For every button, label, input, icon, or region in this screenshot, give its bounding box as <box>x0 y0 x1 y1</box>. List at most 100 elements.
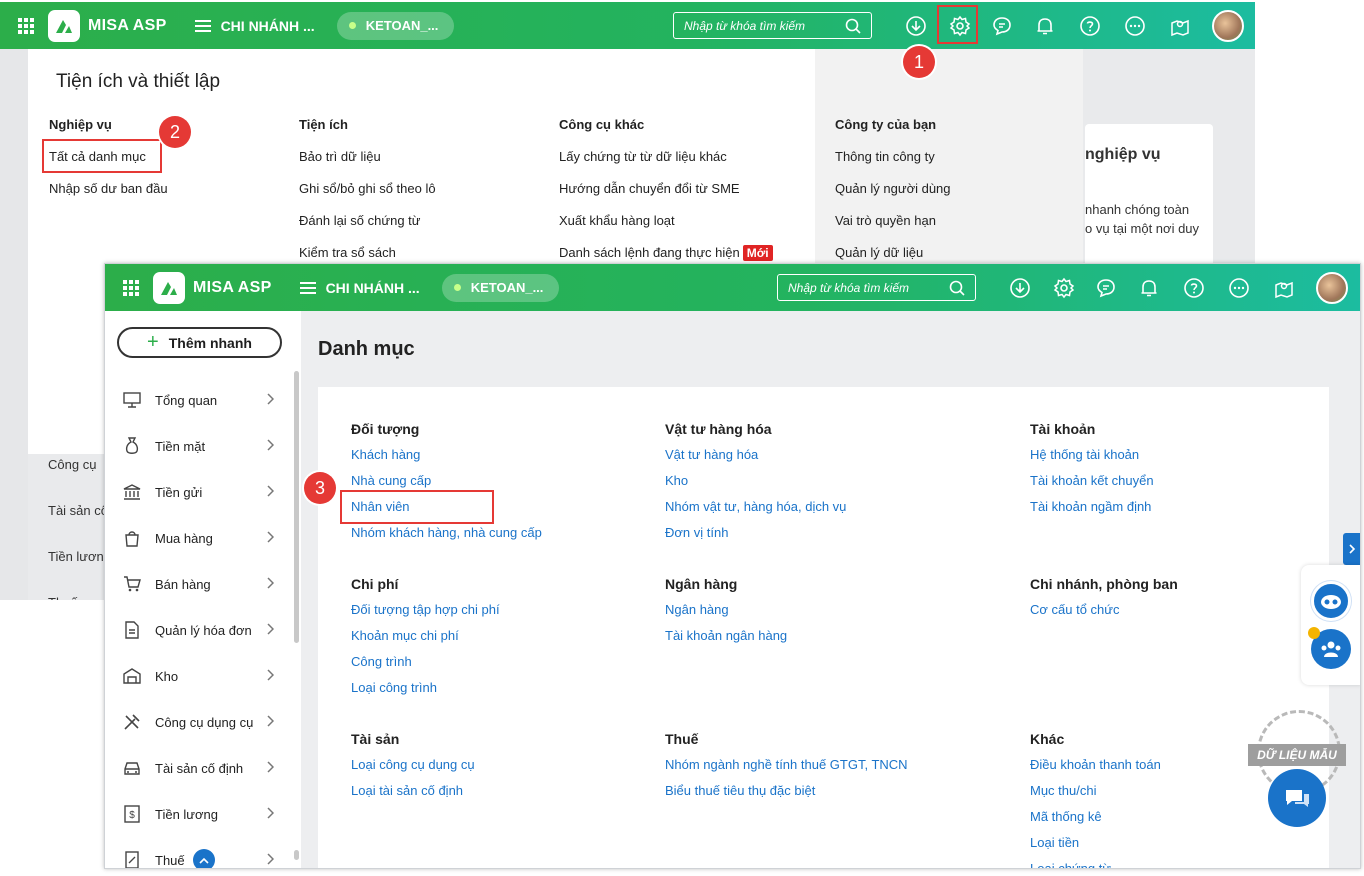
user-avatar[interactable] <box>1316 272 1348 304</box>
map-pin-icon[interactable] <box>1262 264 1306 311</box>
category-link[interactable]: Loại tiền <box>1030 835 1161 861</box>
column-tien-ich: Tiện ích Bảo trì dữ liệu Ghi sổ/bỏ ghi s… <box>299 117 436 277</box>
help-icon[interactable] <box>1068 2 1112 49</box>
notification-dot <box>1308 627 1320 639</box>
search-input[interactable]: Nhập từ khóa tìm kiếm <box>673 12 872 39</box>
branch-selector[interactable]: CHI NHÁNH ... <box>326 280 420 296</box>
category-link[interactable]: Ngân hàng <box>665 602 787 628</box>
sidebar-item-thue[interactable]: Thuế <box>105 837 290 868</box>
category-link[interactable]: Khách hàng <box>351 447 542 473</box>
category-link[interactable]: Nhóm vật tư, hàng hóa, dịch vụ <box>665 499 846 525</box>
search-icon <box>949 280 965 296</box>
menu-icon[interactable] <box>299 281 316 294</box>
category-link[interactable]: Nhóm khách hàng, nhà cung cấp <box>351 525 542 551</box>
more-icon[interactable] <box>1217 264 1261 311</box>
panel-link[interactable]: Thông tin công ty <box>835 149 951 181</box>
branch-selector[interactable]: CHI NHÁNH ... <box>221 18 315 34</box>
category-link[interactable]: Đơn vị tính <box>665 525 846 551</box>
sidebar-item-hoa-don[interactable]: Quản lý hóa đơn <box>105 607 290 653</box>
sidebar-scrollbar-bottom[interactable] <box>294 850 299 860</box>
collapse-up-icon[interactable] <box>192 849 215 868</box>
category-link[interactable]: Hệ thống tài khoản <box>1030 447 1154 473</box>
step-3-badge: 3 <box>304 472 336 504</box>
panel-link[interactable]: Ghi sổ/bỏ ghi sổ theo lô <box>299 181 436 213</box>
apps-grid-icon[interactable] <box>18 17 34 34</box>
category-link[interactable]: Vật tư hàng hóa <box>665 447 846 473</box>
panel-link[interactable]: Vai trò quyền hạn <box>835 213 951 245</box>
sidebar-item-kho[interactable]: Kho <box>105 653 290 699</box>
category-header: Đối tượng <box>351 421 420 437</box>
category-link[interactable]: Tài khoản kết chuyển <box>1030 473 1154 499</box>
sidebar-item-tien-luong[interactable]: $ Tiền lương <box>105 791 290 837</box>
panel-link[interactable]: Bảo trì dữ liệu <box>299 149 436 181</box>
help-icon[interactable] <box>1172 264 1216 311</box>
category-link[interactable]: Cơ cấu tổ chức <box>1030 602 1178 628</box>
sidebar-scrollbar[interactable] <box>294 371 299 643</box>
sidebar-item-tien-mat[interactable]: Tiền mặt <box>105 423 290 469</box>
search-input[interactable]: Nhập từ khóa tìm kiếm <box>777 274 976 301</box>
chat-icon[interactable] <box>980 2 1024 49</box>
sidebar-item-label: Tiền lương <box>155 806 218 822</box>
category-link[interactable]: Nhóm ngành nghề tính thuế GTGT, TNCN <box>665 757 908 783</box>
category-khac: Khác Điều khoản thanh toán Mục thu/chi M… <box>1030 731 1161 868</box>
category-header: Chi nhánh, phòng ban <box>1030 576 1178 592</box>
bell-icon[interactable] <box>1023 2 1067 49</box>
svg-text:$: $ <box>129 810 135 821</box>
category-link[interactable]: Loại chứng từ <box>1030 861 1161 868</box>
panel-link[interactable]: Hướng dẫn chuyển đổi từ SME <box>559 181 773 213</box>
map-pin-icon[interactable] <box>1158 2 1202 49</box>
category-link[interactable]: Mã thống kê <box>1030 809 1161 835</box>
panel-link[interactable]: Quản lý người dùng <box>835 181 951 213</box>
expand-right-tab[interactable] <box>1343 533 1360 565</box>
sidebar-item-cong-cu[interactable]: Công cụ dụng cụ <box>105 699 290 745</box>
panel-link[interactable]: Lấy chứng từ từ dữ liệu khác <box>559 149 773 181</box>
search-placeholder: Nhập từ khóa tìm kiếm <box>684 18 805 33</box>
sidebar-item-tai-san[interactable]: Tài sản cố định <box>105 745 290 791</box>
category-link[interactable]: Khoản mục chi phí <box>351 628 500 654</box>
sidebar-item-ban-hang[interactable]: Bán hàng <box>105 561 290 607</box>
back-top-bar: MISA ASP CHI NHÁNH ... KETOAN_... Nhập t… <box>0 2 1255 49</box>
quick-add-button[interactable]: + Thêm nhanh <box>117 327 282 358</box>
category-link[interactable]: Tài khoản ngầm định <box>1030 499 1154 525</box>
panel-link[interactable]: Đánh lại số chứng từ <box>299 213 436 245</box>
assistant-bot-icon[interactable] <box>1311 581 1351 621</box>
support-chat-icon[interactable] <box>1268 769 1326 827</box>
sidebar-item-label: Thuế <box>155 852 185 868</box>
new-badge: Mới <box>742 245 773 261</box>
category-link[interactable]: Loại tài sản cố định <box>351 783 475 809</box>
category-link[interactable]: Công trình <box>351 654 500 680</box>
settings-gear-icon[interactable] <box>1042 264 1086 311</box>
menu-icon[interactable] <box>194 19 211 32</box>
category-link[interactable]: Tài khoản ngân hàng <box>665 628 787 654</box>
sidebar-item-label: Kho <box>155 668 179 684</box>
category-link[interactable]: Biểu thuế tiêu thụ đặc biệt <box>665 783 908 809</box>
sidebar-item-tong-quan[interactable]: Tổng quan <box>105 377 290 423</box>
chevron-right-icon <box>267 393 274 405</box>
database-pill[interactable]: KETOAN_... <box>336 11 455 40</box>
category-link[interactable]: Kho <box>665 473 846 499</box>
chevron-right-icon <box>267 531 274 543</box>
highlight-settings <box>937 5 978 44</box>
sidebar-menu: Tổng quan Tiền mặt Tiền gửi Mua hàng Bán… <box>105 377 290 868</box>
category-link[interactable]: Điều khoản thanh toán <box>1030 757 1161 783</box>
category-link[interactable]: Loại công trình <box>351 680 500 706</box>
sidebar-item-label: Công cụ dụng cụ <box>155 714 254 730</box>
back-menu-item: Tiền lươn <box>48 549 104 564</box>
opening-balance-link[interactable]: Nhập số dư ban đầu <box>49 181 168 213</box>
category-link[interactable]: Đối tượng tập hợp chi phí <box>351 602 500 628</box>
sidebar-item-tien-gui[interactable]: Tiền gửi <box>105 469 290 515</box>
user-avatar[interactable] <box>1212 10 1244 42</box>
chat-icon[interactable] <box>1084 264 1128 311</box>
category-doi-tuong: Đối tượng Khách hàng Nhà cung cấp Nhân v… <box>351 421 542 551</box>
download-icon[interactable] <box>894 2 938 49</box>
category-link[interactable]: Loại công cụ dụng cụ <box>351 757 475 783</box>
sidebar-item-mua-hang[interactable]: Mua hàng <box>105 515 290 561</box>
panel-link[interactable]: Xuất khẩu hàng loạt <box>559 213 773 245</box>
category-link[interactable]: Mục thu/chi <box>1030 783 1161 809</box>
category-header: Ngân hàng <box>665 576 738 592</box>
bell-icon[interactable] <box>1127 264 1171 311</box>
apps-grid-icon[interactable] <box>123 279 139 296</box>
database-pill[interactable]: KETOAN_... <box>441 273 560 302</box>
more-icon[interactable] <box>1113 2 1157 49</box>
download-icon[interactable] <box>998 264 1042 311</box>
